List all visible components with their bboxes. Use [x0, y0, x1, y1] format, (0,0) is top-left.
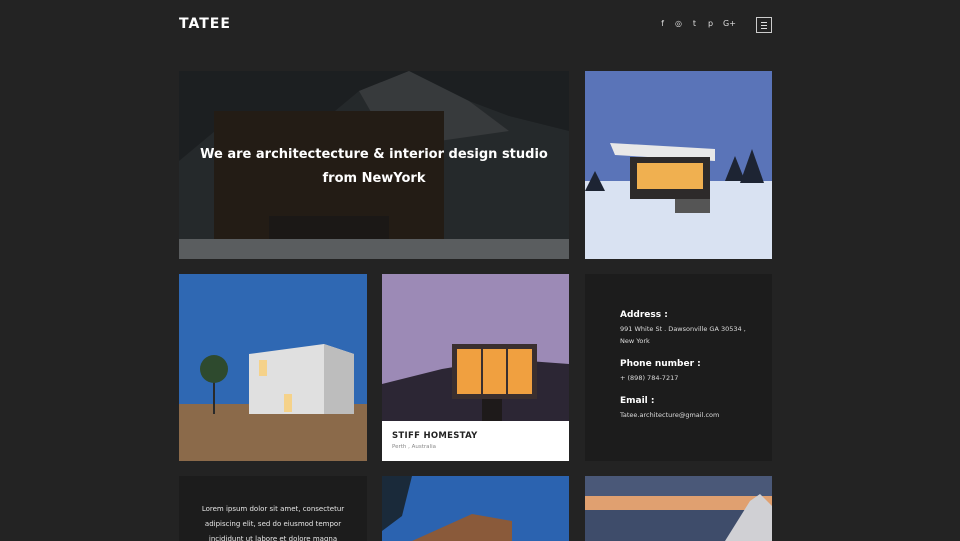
- email-address[interactable]: Tatee.architecture@gmail.com: [620, 409, 772, 421]
- project-caption: STIFF HOMESTAY Perth , Australia: [382, 421, 569, 461]
- phone-group: Phone number : + (898) 784-7217: [620, 359, 772, 384]
- phone-number[interactable]: + (898) 784-7217: [620, 372, 772, 384]
- hero-banner[interactable]: We are architectecture & interior design…: [179, 71, 569, 259]
- email-label: Email :: [620, 396, 655, 406]
- hamburger-menu-icon[interactable]: [756, 17, 772, 33]
- about-line-2: adipiscing elit, sed do eiusmod tempor: [204, 520, 342, 528]
- pinterest-icon[interactable]: p: [707, 19, 714, 29]
- project-title[interactable]: STIFF HOMESTAY: [392, 431, 559, 441]
- social-links: f ◎ t p G+: [659, 19, 736, 29]
- site-logo[interactable]: TATEE: [179, 16, 231, 32]
- cube-house-image: [179, 274, 367, 461]
- project-image-wood-house[interactable]: [382, 476, 569, 541]
- snow-house-image: [585, 71, 772, 259]
- homestay-image: [382, 274, 569, 421]
- twitter-icon[interactable]: t: [691, 19, 698, 29]
- phone-label: Phone number :: [620, 359, 701, 369]
- contact-card: Address : 991 White St . Dawsonville GA …: [585, 274, 772, 461]
- hero-line-2: from NewYork: [322, 171, 426, 186]
- address-label: Address :: [620, 310, 668, 320]
- project-card-stiff-homestay[interactable]: STIFF HOMESTAY Perth , Australia: [382, 274, 569, 461]
- project-location: Perth , Australia: [392, 444, 436, 450]
- hero-line-1: We are architectecture & interior design…: [200, 147, 548, 162]
- address-line-2: New York: [620, 337, 650, 345]
- project-image-coast[interactable]: [585, 476, 772, 541]
- about-line-3: incididunt ut labore et dolore magna: [208, 535, 338, 541]
- hero-heading: We are architectecture & interior design…: [179, 143, 569, 191]
- about-text-card: Lorem ipsum dolor sit amet, consectetur …: [179, 476, 367, 541]
- facebook-icon[interactable]: f: [659, 19, 666, 29]
- project-image-snow-house[interactable]: [585, 71, 772, 259]
- project-image-cube-house[interactable]: [179, 274, 367, 461]
- coast-image: [585, 476, 772, 541]
- google-plus-icon[interactable]: G+: [723, 19, 736, 29]
- about-line-1: Lorem ipsum dolor sit amet, consectetur: [201, 505, 345, 513]
- address-line-1: 991 White St . Dawsonville GA 30534 ,: [620, 325, 746, 333]
- address-group: Address : 991 White St . Dawsonville GA …: [620, 310, 772, 347]
- instagram-icon[interactable]: ◎: [675, 19, 682, 29]
- email-group: Email : Tatee.architecture@gmail.com: [620, 396, 772, 421]
- wood-house-image: [382, 476, 569, 541]
